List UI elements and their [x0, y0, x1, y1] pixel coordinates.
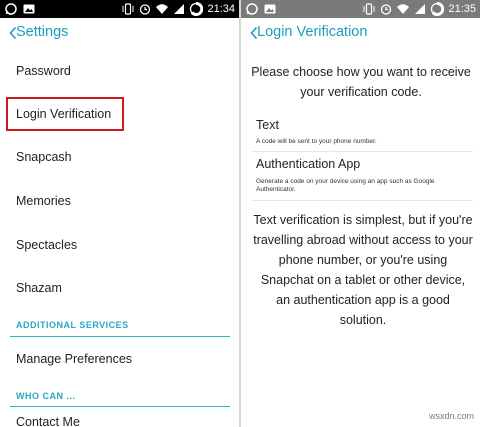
settings-item-login-verification[interactable]: Login Verification — [16, 107, 111, 121]
status-bar: 21:35 — [241, 0, 480, 18]
login-verification-header: Login Verification — [241, 18, 480, 48]
section-title-who-can: WHO CAN ... — [16, 391, 76, 401]
signal-icon — [413, 2, 427, 16]
vibrate-icon — [362, 2, 376, 16]
signal-icon — [172, 2, 186, 16]
battery-icon — [189, 2, 204, 16]
whatsapp-icon — [4, 2, 18, 16]
settings-item-snapcash[interactable]: Snapcash — [16, 150, 72, 164]
section-divider — [10, 336, 230, 337]
settings-item-spectacles[interactable]: Spectacles — [16, 238, 77, 252]
alarm-icon — [379, 2, 393, 16]
status-time: 21:35 — [448, 3, 476, 15]
battery-icon — [430, 2, 445, 16]
settings-item-shazam[interactable]: Shazam — [16, 281, 62, 295]
photo-notification-icon — [263, 2, 277, 16]
status-bar: 21:34 — [0, 0, 239, 18]
settings-item-manage-preferences[interactable]: Manage Preferences — [16, 352, 132, 366]
login-verification-screen: 21:35 Login Verification Please choose h… — [241, 0, 480, 427]
option-divider — [251, 200, 473, 201]
photo-notification-icon — [22, 2, 36, 16]
settings-item-password[interactable]: Password — [16, 64, 71, 78]
settings-header: Settings — [0, 18, 239, 48]
settings-screen: 21:34 Settings Password Login Verificati… — [0, 0, 239, 427]
settings-item-contact-me[interactable]: Contact Me — [16, 415, 80, 427]
option-text-description: A code will be sent to your phone number… — [256, 138, 377, 145]
page-title: Settings — [16, 24, 69, 40]
option-divider — [251, 151, 473, 152]
settings-item-memories[interactable]: Memories — [16, 194, 71, 208]
wifi-icon — [155, 2, 169, 16]
whatsapp-icon — [245, 2, 259, 16]
intro-text: Please choose how you want to receive yo… — [251, 65, 471, 99]
status-time: 21:34 — [207, 3, 235, 15]
option-text[interactable]: Text — [256, 118, 279, 132]
alarm-icon — [138, 2, 152, 16]
vibrate-icon — [121, 2, 135, 16]
option-authentication-app[interactable]: Authentication App — [256, 157, 360, 171]
option-authentication-app-description: Generate a code on your device using an … — [256, 178, 435, 193]
page-title: Login Verification — [257, 24, 368, 40]
wifi-icon — [396, 2, 410, 16]
watermark: wsxdn.com — [428, 411, 474, 421]
section-title-additional-services: ADDITIONAL SERVICES — [16, 320, 129, 330]
section-divider — [10, 406, 230, 407]
explanation-text: Text verification is simplest, but if yo… — [253, 213, 473, 327]
